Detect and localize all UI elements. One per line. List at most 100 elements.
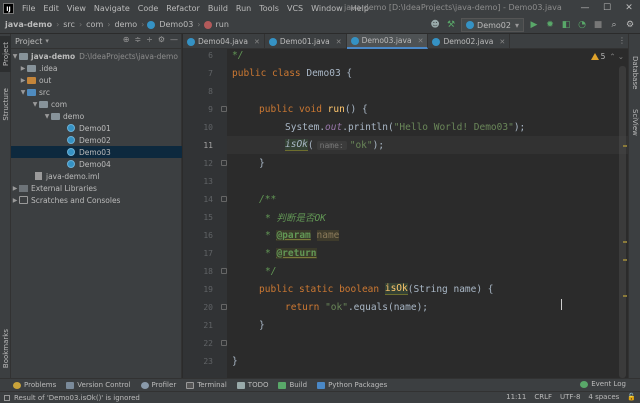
user-icon[interactable]: ☻ bbox=[429, 19, 441, 31]
breadcrumb-project[interactable]: java-demo bbox=[4, 20, 53, 29]
tree-item-com[interactable]: ▼ com bbox=[11, 98, 182, 110]
settings-gear-icon[interactable]: ⚙ bbox=[624, 19, 636, 31]
menu-code[interactable]: Code bbox=[134, 4, 162, 13]
tool-terminal[interactable]: Terminal bbox=[181, 381, 232, 389]
expand-all-icon[interactable]: ÷ bbox=[146, 35, 153, 44]
tool-build[interactable]: Build bbox=[273, 381, 312, 389]
editor-tab-demo01[interactable]: Demo01.java ✕ bbox=[265, 34, 347, 49]
minimize-button[interactable]: — bbox=[574, 0, 596, 16]
tree-item-out[interactable]: ▶ out bbox=[11, 74, 182, 86]
warning-stripe-mark[interactable] bbox=[623, 145, 627, 147]
editor-tab-demo02[interactable]: Demo02.java ✕ bbox=[428, 34, 511, 49]
breadcrumb-com[interactable]: com bbox=[85, 20, 104, 29]
breadcrumb-demo[interactable]: demo bbox=[113, 20, 138, 29]
build-hammer-icon[interactable]: ⚒ bbox=[445, 19, 457, 31]
menu-vcs[interactable]: VCS bbox=[283, 4, 307, 13]
tool-event-log[interactable]: Event Log bbox=[580, 380, 626, 388]
chevron-down-icon[interactable]: ▼ bbox=[11, 53, 19, 60]
code-javadoc: * bbox=[265, 247, 277, 259]
menu-refactor[interactable]: Refactor bbox=[162, 4, 204, 13]
tool-problems[interactable]: Problems bbox=[8, 381, 61, 389]
tool-version-control[interactable]: Version Control bbox=[61, 381, 135, 389]
code-editor[interactable]: */ public class Demo03 { public void run… bbox=[227, 49, 628, 378]
chevron-up-icon[interactable]: ⌃ bbox=[609, 52, 615, 61]
close-icon[interactable]: ✕ bbox=[499, 38, 505, 46]
menu-build[interactable]: Build bbox=[204, 4, 232, 13]
lock-icon[interactable]: 🔓 bbox=[627, 393, 636, 401]
close-icon[interactable]: ✕ bbox=[336, 38, 342, 46]
run-icon[interactable]: ▶ bbox=[528, 19, 540, 31]
line-separator[interactable]: CRLF bbox=[534, 393, 552, 401]
stop-icon[interactable]: ■ bbox=[592, 19, 604, 31]
file-encoding[interactable]: UTF-8 bbox=[560, 393, 580, 401]
search-icon[interactable]: ⌕ bbox=[608, 19, 620, 31]
breadcrumb-class[interactable]: Demo03 bbox=[158, 20, 194, 29]
tree-item-demo02[interactable]: Demo02 bbox=[11, 134, 182, 146]
warning-stripe-mark[interactable] bbox=[623, 295, 627, 297]
caret-position[interactable]: 11:11 bbox=[506, 393, 526, 401]
menu-window[interactable]: Window bbox=[307, 4, 347, 13]
hide-icon[interactable]: — bbox=[170, 35, 178, 44]
menu-tools[interactable]: Tools bbox=[255, 4, 283, 13]
tree-item-demo03[interactable]: Demo03 bbox=[11, 146, 182, 158]
chevron-down-icon[interactable]: ⌄ bbox=[618, 52, 624, 61]
menu-navigate[interactable]: Navigate bbox=[90, 4, 134, 13]
tree-item-demo01[interactable]: Demo01 bbox=[11, 122, 182, 134]
tree-item-src[interactable]: ▼ src bbox=[11, 86, 182, 98]
tree-item-idea[interactable]: ▶ .idea bbox=[11, 62, 182, 74]
code-line-6: */ bbox=[232, 49, 243, 64]
line-number: 16 bbox=[203, 231, 213, 240]
code-ignored-result-call[interactable]: isOk bbox=[285, 139, 308, 151]
chevron-down-icon[interactable]: ▼ bbox=[19, 89, 27, 96]
tool-todo[interactable]: TODO bbox=[232, 381, 274, 389]
menu-view[interactable]: View bbox=[63, 4, 90, 13]
menu-file[interactable]: File bbox=[18, 4, 39, 13]
gear-icon[interactable]: ⚙ bbox=[158, 35, 165, 44]
chevron-right-icon[interactable]: ▶ bbox=[11, 185, 19, 192]
close-icon[interactable]: ✕ bbox=[418, 37, 424, 45]
close-icon[interactable]: ✕ bbox=[254, 38, 260, 46]
breadcrumb-method[interactable]: run bbox=[215, 20, 230, 29]
project-view-selector[interactable]: Project bbox=[15, 37, 42, 46]
editor-tab-demo04[interactable]: Demo04.java ✕ bbox=[183, 34, 265, 49]
tool-profiler[interactable]: Profiler bbox=[136, 381, 182, 389]
chevron-down-icon[interactable]: ▾ bbox=[45, 37, 49, 45]
tree-item-iml[interactable]: java-demo.iml bbox=[11, 170, 182, 182]
run-configuration-select[interactable]: Demo02 ▾ bbox=[461, 18, 524, 32]
chevron-right-icon[interactable]: ▶ bbox=[11, 197, 19, 204]
locate-target-icon[interactable]: ⊕ bbox=[123, 35, 130, 44]
chevron-right-icon[interactable]: ▶ bbox=[19, 77, 27, 84]
tool-tab-database[interactable]: Database bbox=[629, 50, 640, 96]
tree-item-external-libraries[interactable]: ▶ External Libraries bbox=[11, 182, 182, 194]
warning-stripe-mark[interactable] bbox=[623, 241, 627, 243]
tool-tab-project[interactable]: Project bbox=[0, 36, 11, 72]
tool-tab-structure[interactable]: Structure bbox=[0, 82, 11, 126]
more-vertical-icon[interactable]: ⋮ bbox=[618, 36, 626, 45]
tree-item-root[interactable]: ▼ java-demo D:\IdeaProjects\java-demo bbox=[11, 50, 182, 62]
tool-tab-bookmarks[interactable]: Bookmarks bbox=[0, 326, 11, 372]
chevron-down-icon[interactable]: ▼ bbox=[31, 101, 39, 108]
profile-icon[interactable]: ◔ bbox=[576, 19, 588, 31]
code-line-18: */ bbox=[265, 262, 276, 280]
collapse-all-icon[interactable]: ≑ bbox=[134, 35, 141, 44]
maximize-button[interactable]: ☐ bbox=[596, 0, 618, 16]
tool-tab-sciview[interactable]: SciView bbox=[629, 102, 640, 142]
tree-item-demo04[interactable]: Demo04 bbox=[11, 158, 182, 170]
problems-icon bbox=[13, 381, 21, 389]
inspection-widget[interactable]: 5 ⌃ ⌄ bbox=[590, 52, 624, 61]
coverage-icon[interactable]: ◧ bbox=[560, 19, 572, 31]
debug-icon[interactable]: ✹ bbox=[544, 19, 556, 31]
breadcrumb-src[interactable]: src bbox=[62, 20, 76, 29]
chevron-down-icon[interactable]: ▼ bbox=[43, 113, 51, 120]
tree-item-demo[interactable]: ▼ demo bbox=[11, 110, 182, 122]
indent-setting[interactable]: 4 spaces bbox=[588, 393, 619, 401]
tool-python-packages[interactable]: Python Packages bbox=[312, 381, 392, 389]
tree-item-scratches[interactable]: ▶ Scratches and Consoles bbox=[11, 194, 182, 206]
close-window-button[interactable]: ✕ bbox=[618, 0, 640, 16]
menu-edit[interactable]: Edit bbox=[39, 4, 63, 13]
editor-tab-demo03[interactable]: Demo03.java ✕ bbox=[346, 34, 429, 49]
warning-stripe-mark[interactable] bbox=[623, 259, 627, 261]
java-class-icon bbox=[67, 136, 75, 144]
chevron-right-icon[interactable]: ▶ bbox=[19, 65, 27, 72]
menu-run[interactable]: Run bbox=[232, 4, 255, 13]
